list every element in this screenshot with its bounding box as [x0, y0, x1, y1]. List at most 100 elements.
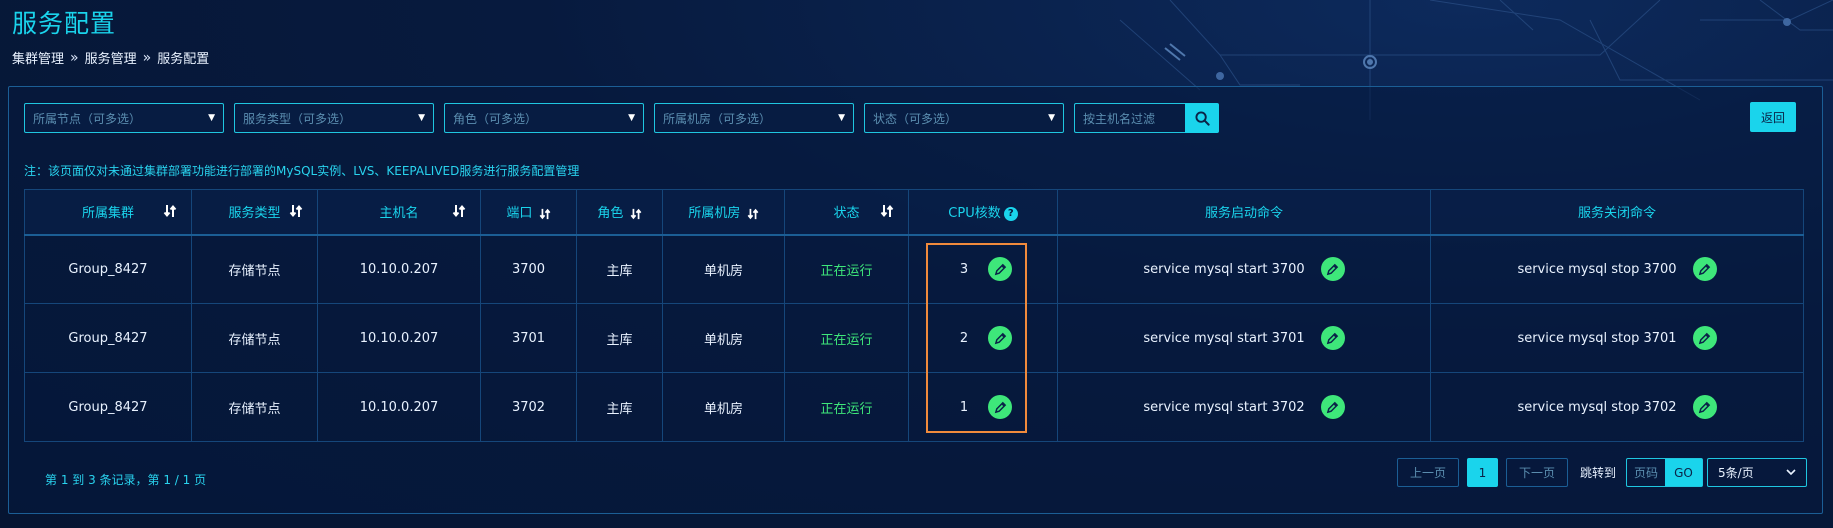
cell-cluster: Group_8427 [24, 234, 192, 304]
column-header-cpu: CPU核数? [908, 189, 1058, 236]
cpu-value: 2 [959, 330, 969, 346]
cell-cpu: 1 [908, 372, 1058, 442]
page-title: 服务配置 [12, 9, 117, 38]
start-command-text: service mysql start 3702 [1143, 399, 1305, 415]
prev-page-button[interactable]: 上一页 [1396, 458, 1459, 487]
cpu-value: 1 [959, 399, 969, 415]
table-row: Group_8427 存储节点 10.10.0.207 3700 主库 单机房 … [24, 234, 1804, 304]
breadcrumb-cluster-management[interactable]: 集群管理 [12, 48, 64, 67]
search-icon [1194, 110, 1210, 126]
table-row: Group_8427 存储节点 10.10.0.207 3701 主库 单机房 … [24, 303, 1804, 373]
edit-stop-command-button[interactable] [1692, 326, 1717, 350]
cell-hostname: 10.10.0.207 [317, 372, 481, 442]
breadcrumb-service-management[interactable]: 服务管理 [85, 48, 137, 67]
cell-room: 单机房 [662, 303, 785, 373]
cell-port: 3701 [480, 303, 577, 373]
filter-bar: 所属节点（可多选） ▼ 服务类型（可多选） ▼ 角色（可多选） ▼ 所属机房（可… [24, 103, 1219, 133]
chevron-down-icon [1786, 469, 1796, 476]
pagination-summary: 第 1 到 3 条记录，第 1 / 1 页 [45, 473, 207, 487]
sort-icon[interactable] [539, 206, 551, 222]
sort-icon[interactable] [452, 203, 466, 219]
next-page-button[interactable]: 下一页 [1505, 458, 1568, 487]
sort-icon[interactable] [163, 203, 177, 219]
back-button[interactable]: 返回 [1750, 102, 1796, 132]
cell-room: 单机房 [662, 372, 785, 442]
column-header-hostname[interactable]: 主机名 [317, 189, 481, 236]
column-header-port[interactable]: 端口 [480, 189, 577, 236]
room-select-label: 所属机房（可多选） [663, 111, 772, 126]
cell-cpu: 2 [908, 303, 1058, 373]
table-row: Group_8427 存储节点 10.10.0.207 3702 主库 单机房 … [24, 372, 1804, 442]
pencil-icon [1326, 401, 1339, 413]
sort-icon[interactable] [630, 206, 642, 222]
pencil-icon [1326, 332, 1339, 344]
cpu-value: 3 [959, 261, 969, 277]
edit-start-command-button[interactable] [1320, 257, 1345, 282]
column-header-service-type[interactable]: 服务类型 [191, 189, 318, 236]
edit-start-command-button[interactable] [1320, 326, 1345, 350]
cell-service-type: 存储节点 [191, 303, 318, 373]
cell-start-command: service mysql start 3702 [1057, 372, 1431, 442]
cell-room: 单机房 [662, 234, 785, 304]
column-header-stop-command: 服务关闭命令 [1430, 189, 1804, 236]
pagination: 上一页 1 下一页 跳转到 页码 GO 5条/页 [1396, 458, 1822, 487]
service-config-table: 所属集群 服务类型 主机名 端口 角色 所属机房 状态 CPU核数? 服务启动命… [24, 189, 1804, 442]
cell-role: 主库 [576, 303, 663, 373]
service-type-select[interactable]: 服务类型（可多选） ▼ [234, 103, 434, 133]
search-button[interactable] [1185, 103, 1219, 133]
page-1-button[interactable]: 1 [1466, 458, 1498, 487]
caret-down-icon: ▼ [838, 113, 845, 123]
pencil-icon [994, 263, 1006, 275]
scope-note: 注：该页面仅对未通过集群部署功能进行部署的MySQL实例、LVS、KEEPALI… [24, 164, 580, 178]
edit-stop-command-button[interactable] [1692, 395, 1717, 419]
caret-down-icon: ▼ [418, 113, 425, 123]
table-header-row: 所属集群 服务类型 主机名 端口 角色 所属机房 状态 CPU核数? 服务启动命… [24, 189, 1804, 236]
column-header-status[interactable]: 状态 [784, 189, 909, 236]
sort-icon[interactable] [747, 206, 759, 222]
caret-down-icon: ▼ [1048, 113, 1055, 123]
page-number-placeholder: 页码 [1633, 466, 1658, 480]
cluster-node-select-label: 所属节点（可多选） [33, 111, 142, 126]
column-header-room[interactable]: 所属机房 [662, 189, 785, 236]
column-header-start-command: 服务启动命令 [1057, 189, 1431, 236]
go-button[interactable]: GO [1665, 459, 1702, 486]
status-select-label: 状态（可多选） [873, 111, 958, 126]
breadcrumb-service-config: 服务配置 [157, 52, 210, 67]
page-header: 服务配置 集群管理 » 服务管理 » 服务配置 [12, 4, 209, 67]
edit-stop-command-button[interactable] [1692, 257, 1717, 282]
cell-status: 正在运行 [784, 372, 909, 442]
hostname-search-placeholder: 按主机名过滤 [1083, 111, 1156, 126]
help-icon[interactable]: ? [1003, 206, 1018, 221]
column-header-role[interactable]: 角色 [576, 189, 663, 236]
edit-cpu-button[interactable] [988, 395, 1013, 419]
stop-command-text: service mysql stop 3700 [1517, 261, 1677, 277]
cell-port: 3702 [480, 372, 577, 442]
cell-stop-command: service mysql stop 3700 [1430, 234, 1804, 304]
cell-start-command: service mysql start 3700 [1057, 234, 1431, 304]
pencil-icon [994, 332, 1006, 344]
pencil-icon [1698, 263, 1711, 275]
edit-start-command-button[interactable] [1320, 395, 1345, 419]
cluster-node-select[interactable]: 所属节点（可多选） ▼ [24, 103, 224, 133]
main-panel: 所属节点（可多选） ▼ 服务类型（可多选） ▼ 角色（可多选） ▼ 所属机房（可… [8, 86, 1823, 514]
cell-hostname: 10.10.0.207 [317, 234, 481, 304]
column-header-cluster[interactable]: 所属集群 [24, 189, 192, 236]
cell-status: 正在运行 [784, 234, 909, 304]
edit-cpu-button[interactable] [988, 257, 1013, 282]
stop-command-text: service mysql stop 3702 [1517, 399, 1677, 415]
hostname-search: 按主机名过滤 [1074, 103, 1219, 133]
role-select[interactable]: 角色（可多选） ▼ [444, 103, 644, 133]
hostname-search-input[interactable]: 按主机名过滤 [1074, 103, 1185, 133]
edit-cpu-button[interactable] [988, 326, 1013, 350]
room-select[interactable]: 所属机房（可多选） ▼ [654, 103, 854, 133]
cell-role: 主库 [576, 372, 663, 442]
page-size-select[interactable]: 5条/页 [1707, 458, 1807, 487]
status-select[interactable]: 状态（可多选） ▼ [864, 103, 1064, 133]
cell-start-command: service mysql start 3701 [1057, 303, 1431, 373]
cell-cluster: Group_8427 [24, 303, 192, 373]
jump-to-label: 跳转到 [1579, 466, 1616, 480]
sort-icon[interactable] [289, 203, 303, 219]
sort-icon[interactable] [880, 203, 894, 219]
breadcrumb: 集群管理 » 服务管理 » 服务配置 [12, 48, 210, 68]
page-number-input[interactable]: 页码 [1627, 459, 1665, 486]
